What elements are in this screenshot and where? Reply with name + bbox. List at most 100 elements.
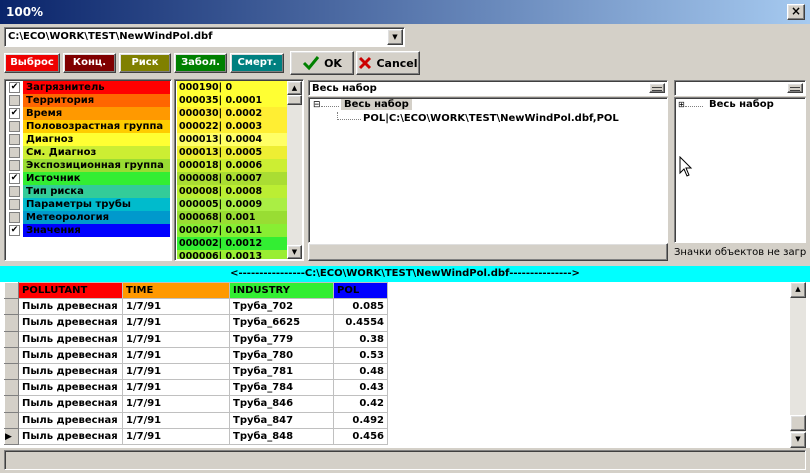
- table-cell[interactable]: 0.085: [333, 298, 388, 316]
- attribute-item[interactable]: Территория: [6, 94, 170, 107]
- expand-icon[interactable]: ⊟: [313, 100, 321, 110]
- table-cell[interactable]: 1/7/91: [122, 411, 230, 429]
- tree-filter-button[interactable]: [649, 83, 665, 93]
- value-item[interactable]: 000190| 0: [177, 81, 287, 94]
- attribute-checkbox[interactable]: ✔: [9, 173, 20, 184]
- file-path-combo[interactable]: C:\ECO\WORK\TEST\NewWindPol.dbf ▼: [4, 27, 405, 47]
- row-indicator[interactable]: [4, 298, 19, 316]
- column-header[interactable]: INDUSTRY: [229, 281, 334, 300]
- value-item[interactable]: 000008| 0.0007: [177, 172, 287, 185]
- attribute-checkbox[interactable]: [9, 199, 20, 210]
- value-item[interactable]: 000030| 0.0002: [177, 107, 287, 120]
- row-indicator[interactable]: ▶: [4, 427, 19, 445]
- value-item[interactable]: 000002| 0.0012: [177, 237, 287, 250]
- table-cell[interactable]: Пыль древесная: [18, 314, 123, 332]
- tree-child-node[interactable]: POL|C:\ECO\WORK\TEST\NewWindPol.dbf,POL: [363, 113, 619, 124]
- table-cell[interactable]: Труба_779: [229, 330, 334, 348]
- table-row[interactable]: Пыль древесная 1/7/91 Труба_6625 0.4554: [4, 314, 388, 332]
- table-cell[interactable]: Труба_784: [229, 379, 334, 397]
- combo-dropdown-button[interactable]: ▼: [387, 29, 403, 45]
- object-filter-field[interactable]: [674, 80, 806, 96]
- table-cell[interactable]: 0.43: [333, 379, 388, 397]
- attribute-checkbox[interactable]: [9, 134, 20, 145]
- table-cell[interactable]: 0.456: [333, 427, 388, 445]
- category-button-3[interactable]: Забол.: [174, 53, 227, 73]
- attribute-item[interactable]: Метеорология: [6, 211, 170, 224]
- attribute-item[interactable]: Параметры трубы: [6, 198, 170, 211]
- table-cell[interactable]: 0.42: [333, 395, 388, 413]
- attribute-checkbox[interactable]: [9, 147, 20, 158]
- table-cell[interactable]: 0.492: [333, 411, 388, 429]
- table-cell[interactable]: 0.53: [333, 346, 388, 364]
- category-button-4[interactable]: Смерт.: [230, 53, 284, 73]
- table-cell[interactable]: Пыль древесная: [18, 298, 123, 316]
- attribute-checkbox[interactable]: [9, 160, 20, 171]
- ok-button[interactable]: OK: [290, 51, 354, 75]
- value-item[interactable]: 000006| 0.0013: [177, 250, 287, 259]
- row-indicator[interactable]: [4, 362, 19, 381]
- category-button-1[interactable]: Конц.: [63, 53, 116, 73]
- table-cell[interactable]: 0.4554: [333, 314, 388, 332]
- category-button-2[interactable]: Риск: [119, 53, 171, 73]
- table-cell[interactable]: 1/7/91: [122, 298, 230, 316]
- tree-filter-field[interactable]: Весь набор: [308, 80, 668, 96]
- table-cell[interactable]: Пыль древесная: [18, 427, 123, 445]
- table-row[interactable]: Пыль древесная 1/7/91 Труба_847 0.492: [4, 411, 388, 429]
- value-item[interactable]: 000005| 0.0009: [177, 198, 287, 211]
- object-tree-root[interactable]: Весь набор: [709, 99, 774, 110]
- table-row[interactable]: Пыль древесная 1/7/91 Труба_780 0.53: [4, 346, 388, 364]
- cancel-button[interactable]: Cancel: [356, 51, 420, 75]
- value-item[interactable]: 000022| 0.0003: [177, 120, 287, 133]
- table-cell[interactable]: 1/7/91: [122, 395, 230, 413]
- column-header[interactable]: POLLUTANT: [18, 281, 123, 300]
- value-item[interactable]: 000007| 0.0011: [177, 224, 287, 237]
- attribute-checkbox[interactable]: ✔: [9, 82, 20, 93]
- table-cell[interactable]: 1/7/91: [122, 362, 230, 381]
- row-indicator[interactable]: [4, 411, 19, 429]
- row-indicator[interactable]: [4, 379, 19, 397]
- table-cell[interactable]: Труба_702: [229, 298, 334, 316]
- value-list-scrollbar[interactable]: ▲ ▼: [287, 81, 302, 259]
- table-cell[interactable]: Труба_6625: [229, 314, 334, 332]
- table-cell[interactable]: 0.38: [333, 330, 388, 348]
- table-cell[interactable]: Труба_781: [229, 362, 334, 381]
- table-cell[interactable]: Труба_848: [229, 427, 334, 445]
- scroll-up-button[interactable]: ▲: [287, 81, 302, 95]
- expand-icon[interactable]: ⊞: [678, 100, 685, 109]
- attribute-item[interactable]: Экспозиционная группа: [6, 159, 170, 172]
- attribute-checkbox[interactable]: [9, 186, 20, 197]
- table-cell[interactable]: Труба_780: [229, 346, 334, 364]
- attribute-item[interactable]: Половозрастная группа: [6, 120, 170, 133]
- value-item[interactable]: 000018| 0.0006: [177, 159, 287, 172]
- attribute-item[interactable]: См. Диагноз: [6, 146, 170, 159]
- table-row[interactable]: ▶ Пыль древесная 1/7/91 Труба_848 0.456: [4, 427, 388, 445]
- value-item[interactable]: 000068| 0.001: [177, 211, 287, 224]
- attribute-item[interactable]: Диагноз: [6, 133, 170, 146]
- grid-scrollbar[interactable]: ▲ ▼: [790, 282, 806, 448]
- table-cell[interactable]: 1/7/91: [122, 314, 230, 332]
- table-cell[interactable]: Пыль древесная: [18, 411, 123, 429]
- value-item[interactable]: 000013| 0.0005: [177, 146, 287, 159]
- table-cell[interactable]: 0.48: [333, 362, 388, 381]
- row-indicator[interactable]: [4, 346, 19, 364]
- row-indicator[interactable]: [4, 330, 19, 348]
- attribute-item[interactable]: ✔ Загрязнитель: [6, 81, 170, 94]
- grid-scroll-thumb[interactable]: [790, 415, 806, 431]
- attribute-item[interactable]: ✔ Источник: [6, 172, 170, 185]
- table-row[interactable]: Пыль древесная 1/7/91 Труба_784 0.43: [4, 379, 388, 397]
- table-cell[interactable]: Пыль древесная: [18, 346, 123, 364]
- attribute-checkbox[interactable]: ✔: [9, 225, 20, 236]
- table-cell[interactable]: Пыль древесная: [18, 330, 123, 348]
- table-cell[interactable]: 1/7/91: [122, 330, 230, 348]
- table-row[interactable]: Пыль древесная 1/7/91 Труба_702 0.085: [4, 298, 388, 316]
- attribute-checkbox[interactable]: ✔: [9, 108, 20, 119]
- scroll-down-button[interactable]: ▼: [287, 245, 302, 259]
- attribute-checkbox[interactable]: [9, 95, 20, 106]
- attribute-checkbox[interactable]: [9, 121, 20, 132]
- table-cell[interactable]: 1/7/91: [122, 427, 230, 445]
- row-indicator[interactable]: [4, 395, 19, 413]
- value-item[interactable]: 000008| 0.0008: [177, 185, 287, 198]
- table-cell[interactable]: Труба_847: [229, 411, 334, 429]
- attribute-item[interactable]: Тип риска: [6, 185, 170, 198]
- tree-root-node[interactable]: Весь набор: [341, 99, 412, 110]
